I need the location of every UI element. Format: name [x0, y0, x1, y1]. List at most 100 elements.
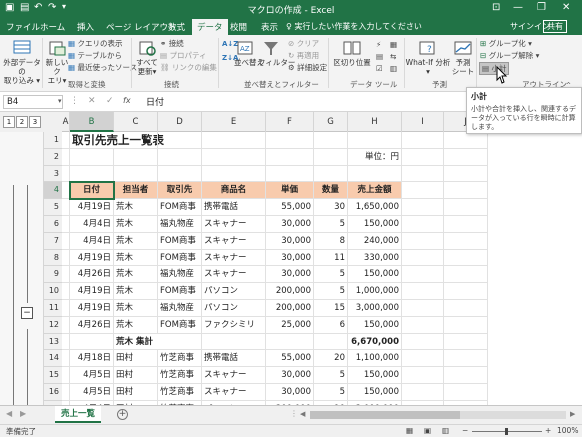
table-cell[interactable]	[62, 300, 70, 317]
subtotal-row-cell[interactable]	[314, 333, 348, 351]
table-cell[interactable]: 55,000	[266, 350, 314, 368]
zoom-slider-thumb[interactable]	[505, 428, 508, 435]
table-cell[interactable]: FOM商事	[158, 232, 202, 250]
table-cell[interactable]	[402, 232, 444, 250]
table-cell[interactable]: 25,000	[266, 316, 314, 334]
table-cell[interactable]: 150,000	[348, 316, 402, 334]
normal-view-icon[interactable]: ▦	[406, 426, 413, 435]
ungroup-button[interactable]: ⊟ グループ解除 ▾	[480, 50, 539, 61]
tab-insert[interactable]: 挿入	[77, 21, 94, 33]
table-cell[interactable]	[266, 132, 314, 149]
table-cell[interactable]	[444, 300, 488, 317]
consolidate-icon[interactable]: ▦	[390, 40, 397, 49]
formula-input[interactable]: 日付	[146, 95, 164, 108]
tab-view[interactable]: 表示	[261, 21, 278, 33]
table-cell[interactable]: 150,000	[348, 367, 402, 384]
table-cell[interactable]	[348, 132, 402, 149]
table-cell[interactable]: 5	[314, 216, 348, 233]
table-cell[interactable]: スキャナー	[202, 216, 266, 233]
table-cell[interactable]: 単位：円	[348, 148, 402, 166]
table-cell[interactable]	[444, 148, 488, 166]
row-header[interactable]: 7	[44, 233, 62, 250]
get-external-data-button[interactable]: 外部データの 取り込み ▾	[2, 38, 42, 85]
table-cell[interactable]: ファクシミリ	[202, 316, 266, 334]
table-cell[interactable]: 竹芝商事	[158, 384, 202, 401]
table-cell[interactable]: 1,650,000	[348, 199, 402, 216]
table-cell[interactable]	[402, 132, 444, 149]
advanced-filter-button[interactable]: ⚙ 詳細設定	[288, 62, 327, 73]
worksheet-grid[interactable]: 取引先売上一覧表 単位：円 日付 担当者 取引先 商品名 単価 数量 売上金額 4月19日 荒木 FO…	[62, 132, 582, 405]
new-query-button[interactable]: 新しいク エリ▾	[43, 40, 71, 85]
confirm-entry-button[interactable]: ✓	[106, 96, 114, 106]
table-cell[interactable]: 15	[314, 300, 348, 317]
remove-duplicates-icon[interactable]: ▤	[376, 52, 383, 61]
table-cell[interactable]	[444, 232, 488, 250]
table-cell[interactable]	[70, 148, 114, 166]
scroll-sheets-right-icon[interactable]: ▶	[20, 409, 26, 418]
table-cell[interactable]	[444, 333, 488, 351]
table-cell[interactable]: 4月5日	[70, 367, 114, 384]
table-cell[interactable]	[70, 165, 114, 183]
row-header[interactable]: 13	[44, 334, 62, 351]
table-cell[interactable]	[266, 148, 314, 166]
name-box-dropdown-icon[interactable]: ▾	[58, 97, 62, 105]
table-cell[interactable]	[402, 216, 444, 233]
table-cell[interactable]	[266, 165, 314, 183]
table-cell[interactable]: 8	[314, 232, 348, 250]
sheet-title[interactable]: 取引先売上一覧表	[70, 132, 164, 149]
table-cell[interactable]: パソコン	[202, 283, 266, 300]
table-cell[interactable]: 田村	[114, 384, 158, 401]
table-cell[interactable]: スキャナー	[202, 367, 266, 384]
relationships-icon[interactable]: ⇆	[390, 52, 396, 61]
table-cell[interactable]	[444, 350, 488, 368]
insert-function-button[interactable]: fx	[123, 96, 131, 105]
row-header[interactable]: 2	[44, 149, 62, 166]
table-cell[interactable]: 20	[314, 350, 348, 368]
column-header-b[interactable]: B	[70, 112, 114, 132]
scroll-left-icon[interactable]: ◀	[300, 410, 305, 418]
tab-review[interactable]: 校閲	[230, 21, 247, 33]
clear-filter-button[interactable]: ⊘ クリア	[288, 38, 319, 49]
what-if-analysis-button[interactable]: ? What-If 分析 ▾	[405, 40, 451, 76]
table-header-cell[interactable]: 取引先	[158, 182, 202, 200]
subtotal-row-cell[interactable]: 6,670,000	[348, 333, 402, 351]
subtotal-row-cell[interactable]	[266, 333, 314, 351]
tab-page-layout[interactable]: ページ レイアウト	[106, 21, 177, 33]
group-button[interactable]: ⊞ グループ化 ▾	[480, 38, 532, 49]
table-cell[interactable]	[62, 148, 70, 166]
horizontal-scroll-thumb[interactable]	[310, 411, 460, 419]
table-cell[interactable]: 55,000	[266, 199, 314, 216]
table-cell[interactable]	[62, 199, 70, 216]
table-cell[interactable]: FOM商事	[158, 199, 202, 216]
table-cell[interactable]: 4月26日	[70, 316, 114, 334]
cancel-entry-button[interactable]: ✕	[88, 96, 96, 106]
table-cell[interactable]: 田村	[114, 350, 158, 368]
scroll-sheets-left-icon[interactable]: ◀	[6, 409, 12, 418]
table-cell[interactable]	[402, 148, 444, 166]
table-cell[interactable]: 荒木	[114, 232, 158, 250]
add-sheet-button[interactable]: +	[117, 409, 128, 420]
table-cell[interactable]: FOM商事	[158, 283, 202, 300]
table-cell[interactable]	[402, 316, 444, 334]
table-cell[interactable]: パソコン	[202, 300, 266, 317]
table-cell[interactable]	[402, 283, 444, 300]
table-cell[interactable]	[444, 249, 488, 267]
table-cell[interactable]: 1,000,000	[348, 283, 402, 300]
table-cell[interactable]	[62, 350, 70, 368]
table-header-cell[interactable]: 単価	[266, 182, 314, 200]
zoom-out-button[interactable]: −	[462, 426, 468, 435]
zoom-in-button[interactable]: +	[545, 426, 551, 435]
tab-formulas[interactable]: 数式	[168, 21, 185, 33]
table-cell[interactable]	[402, 165, 444, 183]
table-cell[interactable]: 11	[314, 249, 348, 267]
table-cell[interactable]: 福丸物産	[158, 216, 202, 233]
table-cell[interactable]	[314, 165, 348, 183]
table-cell[interactable]	[402, 350, 444, 368]
table-cell[interactable]: 携帯電話	[202, 350, 266, 368]
share-button[interactable]: 共有	[543, 20, 567, 33]
table-cell[interactable]: 荒木	[114, 266, 158, 284]
close-button[interactable]: ✕	[562, 2, 570, 13]
row-header[interactable]: 3	[44, 166, 62, 183]
edit-links-button[interactable]: ⛓ リンクの編集	[160, 62, 217, 73]
table-cell[interactable]: 4月19日	[70, 249, 114, 267]
